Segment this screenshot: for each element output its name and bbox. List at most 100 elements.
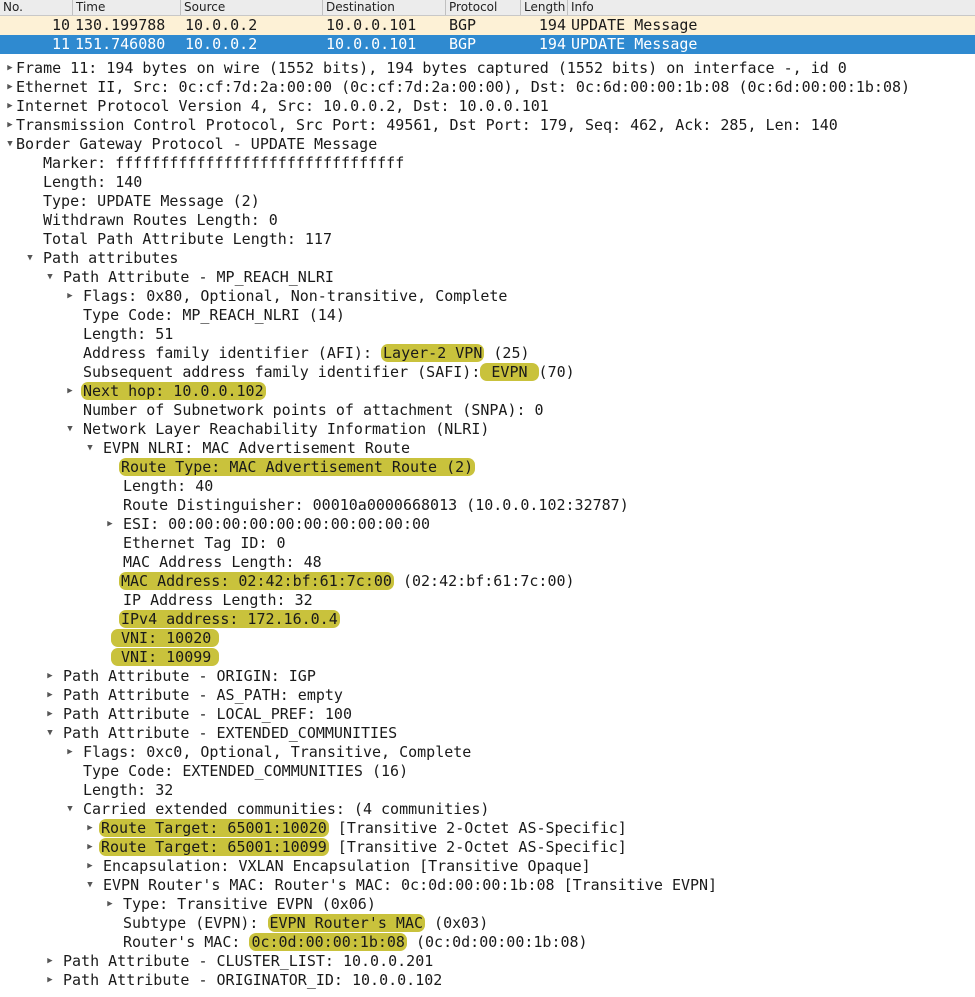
packet-length: 194 [538,16,566,34]
tree-node-bgp[interactable]: ▼ Border Gateway Protocol - UPDATE Messag… [0,135,975,154]
field-ec-length[interactable]: Length: 32 [0,781,975,800]
highlight-vni: VNI: 10099 [111,648,220,666]
field-rm-mac[interactable]: Router's MAC: 0c:0d:00:00:1b:08 (0c:0d:0… [0,933,975,952]
packet-time: 130.199788 [75,16,166,34]
highlight-route-type: Route Type: MAC Advertisement Route (2) [119,458,476,476]
expand-arrow-icon[interactable]: ▶ [44,971,56,990]
tree-node-mp-reach-nlri[interactable]: ▼ Path Attribute - MP_REACH_NLRI [0,268,975,287]
highlight-route-target: Route Target: 65001:10099 [99,838,329,856]
tree-node-mp-flags[interactable]: ▶ Flags: 0x80, Optional, Non-transitive, … [0,287,975,306]
tree-node-evpn-nlri[interactable]: ▼ EVPN NLRI: MAC Advertisement Route [0,439,975,458]
field-mac-length[interactable]: MAC Address Length: 48 [0,553,975,572]
packet-list-header: No. Time Source Destination Protocol Len… [0,0,975,16]
tree-node-encapsulation[interactable]: ▶ Encapsulation: VXLAN Encapsulation [Tra… [0,857,975,876]
expand-arrow-icon[interactable]: ▶ [4,97,16,116]
field-type[interactable]: Type: UPDATE Message (2) [0,192,975,211]
tree-node-route-target-1[interactable]: ▶ Route Target: 65001:10020 [Transitive 2… [0,819,975,838]
highlight-mac-address: MAC Address: 02:42:bf:61:7c:00 [119,572,394,590]
packet-source: 10.0.0.2 [185,35,258,53]
tree-node-origin[interactable]: ▶ Path Attribute - ORIGIN: IGP [0,667,975,686]
packet-info: UPDATE Message [571,35,698,53]
collapse-arrow-icon[interactable]: ▼ [4,135,16,154]
tree-node-router-mac-community[interactable]: ▼ EVPN Router's MAC: Router's MAC: 0c:0d:… [0,876,975,895]
expand-arrow-icon[interactable]: ▶ [44,686,56,705]
field-ethernet-tag[interactable]: Ethernet Tag ID: 0 [0,534,975,553]
tree-node-carried-communities[interactable]: ▼ Carried extended communities: (4 commun… [0,800,975,819]
expand-arrow-icon[interactable]: ▶ [44,667,56,686]
field-mac-address[interactable]: MAC Address: 02:42:bf:61:7c:00 (02:42:bf… [0,572,975,591]
expand-arrow-icon[interactable]: ▶ [84,819,96,838]
packet-length: 194 [538,35,566,53]
tree-node-ipv4[interactable]: ▶ Internet Protocol Version 4, Src: 10.0.… [0,97,975,116]
expand-arrow-icon[interactable]: ▶ [104,895,116,914]
tree-node-cluster-list[interactable]: ▶ Path Attribute - CLUSTER_LIST: 10.0.0.2… [0,952,975,971]
column-header-info[interactable]: Info [567,0,971,15]
expand-arrow-icon[interactable]: ▶ [64,382,76,401]
tree-node-tcp[interactable]: ▶ Transmission Control Protocol, Src Port… [0,116,975,135]
column-header-no[interactable]: No. [0,0,73,15]
column-header-length[interactable]: Length [520,0,569,15]
column-header-protocol[interactable]: Protocol [445,0,521,15]
field-total-path-attr-length[interactable]: Total Path Attribute Length: 117 [0,230,975,249]
tree-node-ec-flags[interactable]: ▶ Flags: 0xc0, Optional, Transitive, Comp… [0,743,975,762]
collapse-arrow-icon[interactable]: ▼ [44,724,56,743]
expand-arrow-icon[interactable]: ▶ [84,838,96,857]
tree-node-esi[interactable]: ▶ ESI: 00:00:00:00:00:00:00:00:00:00 [0,515,975,534]
packet-row[interactable]: 10 130.199788 10.0.0.2 10.0.0.101 BGP 19… [0,16,975,35]
tree-node-as-path[interactable]: ▶ Path Attribute - AS_PATH: empty [0,686,975,705]
collapse-arrow-icon[interactable]: ▼ [84,439,96,458]
field-mp-type-code[interactable]: Type Code: MP_REACH_NLRI (14) [0,306,975,325]
tree-node-next-hop[interactable]: ▶ Next hop: 10.0.0.102 [0,382,975,401]
expand-arrow-icon[interactable]: ▶ [84,857,96,876]
collapse-arrow-icon[interactable]: ▼ [24,249,36,268]
collapse-arrow-icon[interactable]: ▼ [84,876,96,895]
column-header-source[interactable]: Source [180,0,324,15]
field-safi[interactable]: Subsequent address family identifier (SA… [0,363,975,382]
field-route-type[interactable]: Route Type: MAC Advertisement Route (2) [0,458,975,477]
packet-row-selected[interactable]: 11 151.746080 10.0.0.2 10.0.0.101 BGP 19… [0,35,975,54]
field-snpa[interactable]: Number of Subnetwork points of attachmen… [0,401,975,420]
column-header-destination[interactable]: Destination [322,0,446,15]
expand-arrow-icon[interactable]: ▶ [104,515,116,534]
field-afi[interactable]: Address family identifier (AFI): Layer-2… [0,344,975,363]
tree-node-extended-communities[interactable]: ▼ Path Attribute - EXTENDED_COMMUNITIES [0,724,975,743]
expand-arrow-icon[interactable]: ▶ [44,952,56,971]
expand-arrow-icon[interactable]: ▶ [4,59,16,78]
field-marker[interactable]: Marker: ffffffffffffffffffffffffffffffff [0,154,975,173]
collapse-arrow-icon[interactable]: ▼ [64,800,76,819]
tree-node-path-attributes[interactable]: ▼ Path attributes [0,249,975,268]
expand-arrow-icon[interactable]: ▶ [44,705,56,724]
field-withdrawn-length[interactable]: Withdrawn Routes Length: 0 [0,211,975,230]
tree-node-local-pref[interactable]: ▶ Path Attribute - LOCAL_PREF: 100 [0,705,975,724]
tree-node-ethernet[interactable]: ▶ Ethernet II, Src: 0c:cf:7d:2a:00:00 (0c… [0,78,975,97]
field-rm-subtype[interactable]: Subtype (EVPN): EVPN Router's MAC (0x03) [0,914,975,933]
field-vni-2[interactable]: VNI: 10099 [0,648,975,667]
field-evpn-length[interactable]: Length: 40 [0,477,975,496]
tree-node-originator-id[interactable]: ▶ Path Attribute - ORIGINATOR_ID: 10.0.0.… [0,971,975,990]
expand-arrow-icon[interactable]: ▶ [64,287,76,306]
highlight-vni: VNI: 10020 [111,629,220,647]
tree-node-frame[interactable]: ▶ Frame 11: 194 bytes on wire (1552 bits)… [0,59,975,78]
packet-destination: 10.0.0.101 [326,35,417,53]
field-length[interactable]: Length: 140 [0,173,975,192]
column-header-time[interactable]: Time [72,0,181,15]
field-ip-length[interactable]: IP Address Length: 32 [0,591,975,610]
field-ipv4-address[interactable]: IPv4 address: 172.16.0.4 [0,610,975,629]
highlight-ipv4-address: IPv4 address: 172.16.0.4 [119,610,340,628]
tree-node-rm-type[interactable]: ▶ Type: Transitive EVPN (0x06) [0,895,975,914]
field-ec-type-code[interactable]: Type Code: EXTENDED_COMMUNITIES (16) [0,762,975,781]
field-route-distinguisher[interactable]: Route Distinguisher: 00010a0000668013 (1… [0,496,975,515]
tree-node-nlri[interactable]: ▼ Network Layer Reachability Information … [0,420,975,439]
field-vni-1[interactable]: VNI: 10020 [0,629,975,648]
expand-arrow-icon[interactable]: ▶ [64,743,76,762]
highlight-rm-mac: 0c:0d:00:00:1b:08 [249,933,407,951]
expand-arrow-icon[interactable]: ▶ [4,78,16,97]
packet-no: 10 [51,16,70,34]
highlight-rm-subtype: EVPN Router's MAC [267,914,426,932]
collapse-arrow-icon[interactable]: ▼ [64,420,76,439]
highlight-afi: Layer-2 VPN [381,344,485,362]
tree-node-route-target-2[interactable]: ▶ Route Target: 65001:10099 [Transitive 2… [0,838,975,857]
expand-arrow-icon[interactable]: ▶ [4,116,16,135]
collapse-arrow-icon[interactable]: ▼ [44,268,56,287]
field-mp-length[interactable]: Length: 51 [0,325,975,344]
